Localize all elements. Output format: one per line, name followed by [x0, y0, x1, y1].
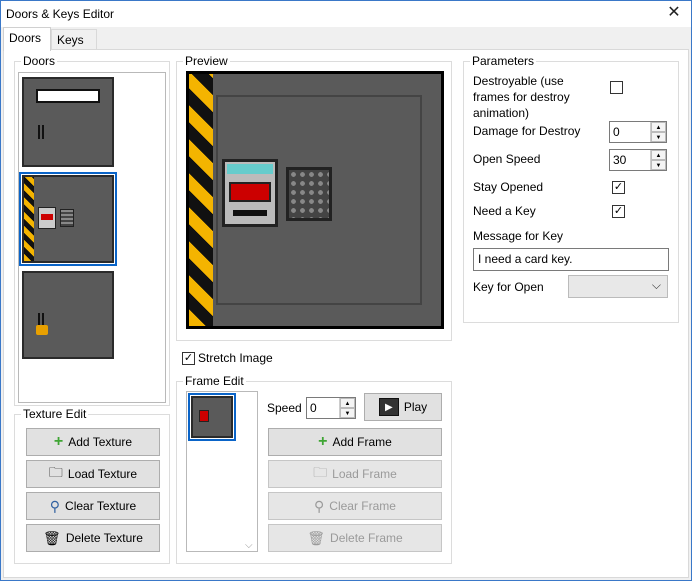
spin-up-icon[interactable]: ▲: [651, 150, 666, 160]
need-key-checkbox[interactable]: ✓: [612, 205, 625, 218]
load-texture-label: Load Texture: [67, 467, 138, 481]
padlock-icon: [36, 325, 48, 335]
keypad-icon: [286, 167, 332, 221]
delete-texture-label: Delete Texture: [65, 531, 143, 545]
card-reader-icon: [38, 207, 56, 229]
broom-icon: ⚲: [49, 497, 61, 514]
destroyable-checkbox[interactable]: [610, 81, 623, 94]
doors-group-label: Doors: [21, 54, 58, 68]
door-thumbnail-2[interactable]: [19, 172, 117, 266]
card-reader-icon: [222, 159, 278, 227]
add-frame-button[interactable]: + Add Frame: [268, 428, 442, 456]
door-thumbnail-3[interactable]: [22, 271, 114, 359]
stretch-image-checkbox[interactable]: ✓: [182, 352, 195, 365]
hazard-stripe-icon: [189, 74, 213, 326]
delete-frame-label: Delete Frame: [330, 531, 403, 545]
clear-frame-label: Clear Frame: [329, 499, 396, 513]
tab-keys[interactable]: Keys: [51, 29, 97, 50]
frames-list[interactable]: ⌵: [186, 391, 258, 552]
parameters-group: Parameters Destroyable (use frames for d…: [463, 54, 679, 323]
delete-texture-button[interactable]: 🗑 Delete Texture: [26, 524, 160, 552]
folder-icon: 🗀: [48, 464, 63, 480]
window-title: Doors & Keys Editor: [6, 7, 115, 21]
doors-group: Doors: [14, 54, 170, 406]
spin-down-icon[interactable]: ▼: [340, 408, 355, 418]
message-key-input[interactable]: I need a card key.: [473, 248, 669, 271]
frame-edit-group: Frame Edit ⌵ Speed 0 ▲ ▼ ▶ Play + Add Fra…: [176, 374, 452, 564]
tab-strip: Doors Keys: [1, 27, 691, 51]
destroyable-label: Destroyable (use frames for destroy anim…: [473, 74, 570, 120]
need-key-label: Need a Key: [473, 204, 536, 218]
trash-icon: 🗑: [307, 529, 326, 546]
door-thumbnail-1[interactable]: [22, 77, 114, 167]
open-speed-label: Open Speed: [473, 152, 541, 166]
add-frame-label: Add Frame: [332, 435, 392, 449]
stay-opened-checkbox[interactable]: ✓: [612, 181, 625, 194]
preview-label: Preview: [183, 54, 230, 68]
hazard-stripe-icon: [24, 177, 34, 261]
editor-window: Doors & Keys Editor ✕ Doors Keys Doors T…: [0, 0, 692, 581]
spin-up-icon[interactable]: ▲: [340, 398, 355, 408]
preview-group: Preview: [176, 54, 452, 341]
spin-down-icon[interactable]: ▼: [651, 160, 666, 170]
broom-icon: ⚲: [314, 497, 325, 514]
texture-edit-group: Texture Edit + Add Texture 🗀 Load Textur…: [14, 407, 170, 564]
door-window-icon: [36, 89, 100, 103]
plus-icon: +: [318, 433, 328, 450]
texture-edit-label: Texture Edit: [21, 407, 89, 421]
key-open-select[interactable]: ⌵: [568, 275, 668, 298]
spin-down-icon[interactable]: ▼: [651, 132, 666, 142]
scroll-down-icon[interactable]: ⌵: [245, 540, 253, 551]
parameters-label: Parameters: [470, 54, 537, 68]
spin-up-icon[interactable]: ▲: [651, 122, 666, 132]
damage-value: 0: [613, 125, 620, 139]
clear-texture-label: Clear Texture: [65, 499, 137, 513]
load-frame-button[interactable]: 🗀 Load Frame: [268, 460, 442, 488]
damage-label: Damage for Destroy: [473, 124, 581, 138]
open-speed-stepper[interactable]: 30 ▲ ▼: [609, 149, 667, 171]
door-handle-icon: [38, 125, 44, 139]
chevron-down-icon: ⌵: [651, 278, 661, 292]
load-texture-button[interactable]: 🗀 Load Texture: [26, 460, 160, 488]
add-texture-label: Add Texture: [68, 435, 133, 449]
message-key-label: Message for Key: [473, 229, 564, 243]
delete-frame-button[interactable]: 🗑 Delete Frame: [268, 524, 442, 552]
frame-speed-value: 0: [310, 401, 317, 415]
key-open-label: Key for Open: [473, 280, 544, 294]
play-icon: ▶: [378, 398, 399, 416]
add-texture-button[interactable]: + Add Texture: [26, 428, 160, 456]
trash-icon: 🗑: [43, 529, 61, 546]
frame-thumbnail-1[interactable]: [188, 393, 236, 441]
frame-edit-label: Frame Edit: [183, 374, 246, 388]
frame-speed-stepper[interactable]: 0 ▲ ▼: [306, 397, 356, 419]
doors-list[interactable]: [18, 72, 166, 403]
keypad-icon: [60, 209, 74, 227]
stretch-image-label: Stretch Image: [198, 351, 273, 365]
door-preview-image: [186, 71, 444, 329]
play-label: Play: [403, 400, 428, 414]
doors-page: Doors Texture Edit + Add Texture 🗀 Load …: [3, 49, 689, 578]
clear-frame-button[interactable]: ⚲ Clear Frame: [268, 492, 442, 520]
speed-label: Speed: [267, 401, 302, 415]
stay-opened-label: Stay Opened: [473, 180, 544, 194]
close-icon[interactable]: ✕: [657, 1, 691, 27]
folder-icon: 🗀: [313, 464, 328, 480]
open-speed-value: 30: [613, 153, 627, 167]
clear-texture-button[interactable]: ⚲ Clear Texture: [26, 492, 160, 520]
plus-icon: +: [53, 433, 64, 450]
tab-doors[interactable]: Doors: [3, 27, 51, 51]
load-frame-label: Load Frame: [332, 467, 397, 481]
title-bar: Doors & Keys Editor ✕: [1, 1, 691, 27]
damage-stepper[interactable]: 0 ▲ ▼: [609, 121, 667, 143]
play-button[interactable]: ▶ Play: [364, 393, 442, 421]
